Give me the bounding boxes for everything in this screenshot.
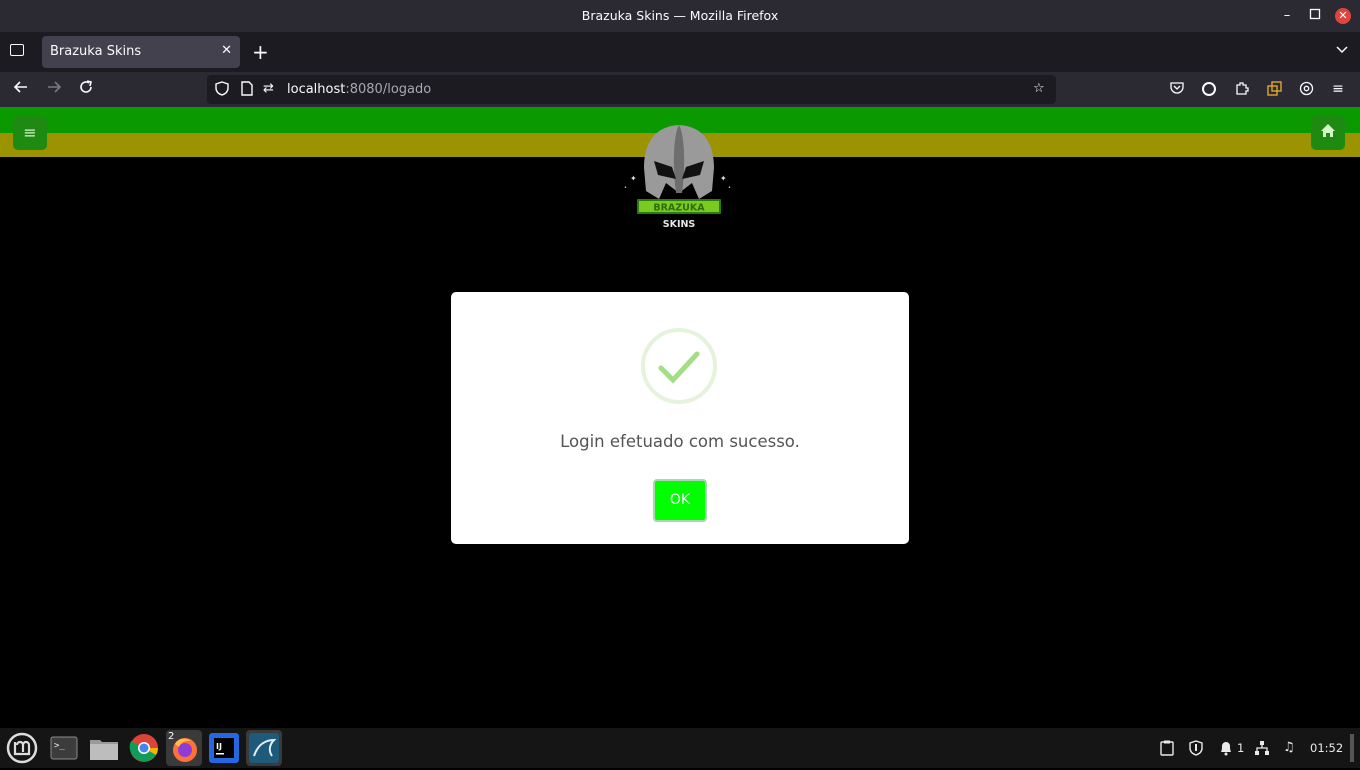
- tab-brazuka-skins[interactable]: Brazuka Skins ✕: [42, 36, 240, 68]
- tab-strip: Brazuka Skins ✕ +: [0, 32, 1360, 72]
- url-path: :8080/logado: [345, 82, 432, 97]
- logo-text-brazuka: BRAZUKA: [653, 203, 705, 214]
- permissions-icon[interactable]: ⇄: [263, 81, 274, 96]
- app-menu-icon[interactable]: ≡: [1330, 81, 1346, 97]
- firefox-taskbar-icon[interactable]: 2: [166, 730, 202, 766]
- web-page: ≡ ✦ ✦ • • BRAZUKA SKINS Login efetuado c…: [0, 107, 1360, 728]
- window-title: Brazuka Skins — Mozilla Firefox: [581, 8, 779, 23]
- terminal-icon[interactable]: >_: [46, 730, 82, 766]
- svg-text:IJ: IJ: [216, 742, 222, 751]
- svg-text:✦: ✦: [630, 174, 637, 183]
- svg-text:•: •: [624, 185, 627, 191]
- navigation-toolbar: ⇄ localhost:8080/logado ☆ ≡: [0, 72, 1360, 107]
- forward-icon[interactable]: [46, 79, 62, 99]
- shield-update-icon[interactable]: [1188, 740, 1204, 760]
- bookmark-star-icon[interactable]: ☆: [1033, 81, 1045, 96]
- tracking-protection-icon[interactable]: [215, 81, 229, 100]
- home-button[interactable]: [1311, 116, 1345, 150]
- minimize-icon[interactable]: –: [1279, 8, 1295, 24]
- tab-label: Brazuka Skins: [50, 44, 142, 59]
- page-icon[interactable]: [241, 81, 253, 100]
- notification-count: 1: [1237, 741, 1245, 755]
- extensions-icon[interactable]: [1234, 81, 1250, 97]
- show-desktop-button[interactable]: [1350, 734, 1354, 762]
- intellij-icon[interactable]: IJ: [206, 730, 242, 766]
- close-window-icon[interactable]: ✕: [1335, 8, 1351, 24]
- svg-text:✦: ✦: [720, 174, 727, 183]
- tab-close-icon[interactable]: ✕: [221, 43, 232, 58]
- url-host: localhost: [287, 82, 346, 97]
- extension-avatar-icon[interactable]: [1201, 81, 1217, 97]
- clipboard-icon[interactable]: [1160, 740, 1174, 760]
- new-tab-button[interactable]: +: [252, 40, 269, 64]
- svg-text:>_: >_: [54, 741, 65, 751]
- back-icon[interactable]: [13, 79, 29, 99]
- brazuka-skins-logo: ✦ ✦ • • BRAZUKA SKINS: [624, 123, 734, 233]
- clock[interactable]: 01:52: [1310, 741, 1343, 755]
- url-bar[interactable]: ⇄ localhost:8080/logado ☆: [207, 75, 1056, 104]
- window-titlebar: Brazuka Skins — Mozilla Firefox – ✕: [0, 0, 1360, 32]
- mysql-workbench-icon[interactable]: [246, 730, 282, 766]
- firefox-window-count: 2: [168, 731, 175, 742]
- url-text[interactable]: localhost:8080/logado: [287, 82, 431, 97]
- mint-menu-icon[interactable]: [4, 730, 40, 766]
- dialog-message: Login efetuado com sucesso.: [560, 432, 800, 451]
- success-check-icon: [641, 328, 717, 404]
- taskbar: >_ 2 IJ 1 ♫ 01:52: [0, 728, 1360, 768]
- sync-icon[interactable]: [1298, 81, 1314, 97]
- logo-text-skins: SKINS: [663, 219, 696, 230]
- ok-button[interactable]: OK: [653, 479, 707, 522]
- svg-text:•: •: [728, 185, 731, 191]
- notifications-icon[interactable]: [1218, 740, 1234, 760]
- containers-icon[interactable]: [1266, 81, 1282, 97]
- files-icon[interactable]: [86, 730, 122, 766]
- home-icon: [1321, 124, 1335, 137]
- menu-toggle-button[interactable]: ≡: [13, 116, 47, 150]
- network-icon[interactable]: [1254, 740, 1270, 760]
- sound-icon[interactable]: ♫: [1283, 740, 1295, 755]
- pocket-icon[interactable]: [1169, 81, 1185, 97]
- maximize-icon[interactable]: [1307, 8, 1323, 24]
- firefox-view-icon[interactable]: [10, 44, 24, 56]
- chrome-icon[interactable]: [126, 730, 162, 766]
- reload-icon[interactable]: [78, 79, 94, 99]
- list-all-tabs-icon[interactable]: [1336, 42, 1348, 58]
- success-dialog: Login efetuado com sucesso. OK: [451, 292, 909, 544]
